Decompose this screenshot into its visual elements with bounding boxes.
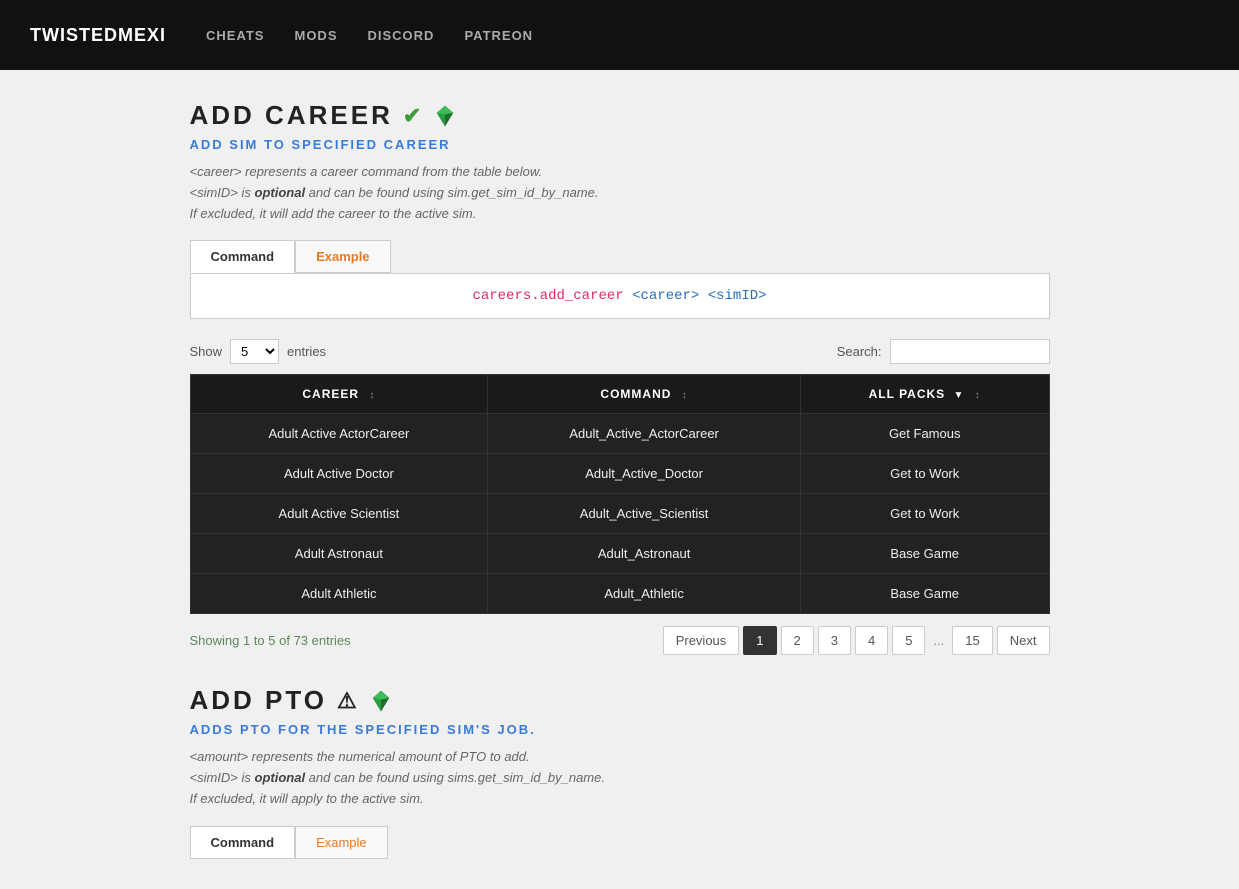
add-career-desc: <career> represents a career command fro… <box>190 162 1050 224</box>
col-command[interactable]: COMMAND ↕ <box>488 375 801 414</box>
table-row: Adult Active Doctor Adult_Active_Doctor … <box>190 454 1049 494</box>
pto-desc-line2: <simID> is optional and can be found usi… <box>190 770 605 785</box>
cell-pack: Get Famous <box>800 414 1049 454</box>
career-table: CAREER ↕ COMMAND ↕ ALL PACKS ▼ ↕ Adult A… <box>190 374 1050 614</box>
sort-career-icon: ↕ <box>369 390 375 401</box>
search-label: Search: <box>837 344 882 359</box>
pagination: Previous 1 2 3 4 5 ... 15 Next <box>663 626 1050 655</box>
desc-line1: <career> represents a career command fro… <box>190 164 543 179</box>
code-command-text: careers.add_career <box>472 288 632 304</box>
cell-pack: Base Game <box>800 574 1049 614</box>
table-row: Adult Active ActorCareer Adult_Active_Ac… <box>190 414 1049 454</box>
add-career-subtitle: ADD SIM TO SPECIFIED CAREER <box>190 137 1050 152</box>
page-5-button[interactable]: 5 <box>892 626 925 655</box>
sims-diamond-icon <box>434 105 456 127</box>
sims-diamond-pto-icon <box>370 690 392 712</box>
nav-mods[interactable]: MODS <box>294 28 337 43</box>
col-packs[interactable]: ALL PACKS ▼ ↕ <box>800 375 1049 414</box>
add-pto-title: ADD PTO ⚠ <box>190 685 1050 716</box>
table-row: Adult Active Scientist Adult_Active_Scie… <box>190 494 1049 534</box>
pto-tab-command[interactable]: Command <box>190 826 296 859</box>
table-row: Adult Astronaut Adult_Astronaut Base Gam… <box>190 534 1049 574</box>
page-1-button[interactable]: 1 <box>743 626 776 655</box>
command-tabs: Command Example <box>190 240 1050 273</box>
search-input[interactable] <box>890 339 1050 364</box>
pto-tab-example[interactable]: Example <box>295 826 388 859</box>
sort-packs-icon: ↕ <box>975 390 981 401</box>
cell-career: Adult Active Scientist <box>190 494 488 534</box>
packs-dropdown-icon: ▼ <box>954 390 965 401</box>
page-4-button[interactable]: 4 <box>855 626 888 655</box>
brand-logo: TWISTEDMEXI <box>30 25 166 46</box>
tab-command[interactable]: Command <box>190 240 296 273</box>
check-icon: ✔ <box>403 103 424 129</box>
cell-command: Adult_Active_Doctor <box>488 454 801 494</box>
code-career-param: <career> <box>632 288 708 304</box>
prev-button[interactable]: Previous <box>663 626 740 655</box>
nav-discord[interactable]: DISCORD <box>367 28 434 43</box>
entries-select[interactable]: 5 10 25 50 <box>230 339 279 364</box>
desc-line3: If excluded, it will add the career to t… <box>190 206 477 221</box>
cell-career: Adult Athletic <box>190 574 488 614</box>
nav-cheats[interactable]: CHEATS <box>206 28 264 43</box>
page-15-button[interactable]: 15 <box>952 626 992 655</box>
col-career[interactable]: CAREER ↕ <box>190 375 488 414</box>
cell-pack: Base Game <box>800 534 1049 574</box>
add-pto-subtitle: ADDS PTO FOR THE SPECIFIED SIM'S JOB. <box>190 722 1050 737</box>
cell-career: Adult Astronaut <box>190 534 488 574</box>
main-content: ADD CAREER ✔ ADD SIM TO SPECIFIED CAREER… <box>170 70 1070 889</box>
add-pto-title-text: ADD PTO <box>190 685 328 716</box>
show-entries-control: Show 5 10 25 50 entries <box>190 339 327 364</box>
cell-pack: Get to Work <box>800 454 1049 494</box>
pto-desc-line1: <amount> represents the numerical amount… <box>190 749 530 764</box>
show-label: Show <box>190 344 223 359</box>
code-simid-param: <simID> <box>708 288 767 304</box>
nav-links: CHEATS MODS DISCORD PATREON <box>206 28 533 43</box>
desc-line2: <simID> is optional and can be found usi… <box>190 185 599 200</box>
navbar: TWISTEDMEXI CHEATS MODS DISCORD PATREON <box>0 0 1239 70</box>
sort-command-icon: ↕ <box>682 390 688 401</box>
cell-career: Adult Active Doctor <box>190 454 488 494</box>
pto-tabs: Command Example <box>190 826 1050 859</box>
search-box: Search: <box>837 339 1050 364</box>
add-pto-desc: <amount> represents the numerical amount… <box>190 747 1050 809</box>
page-3-button[interactable]: 3 <box>818 626 851 655</box>
page-2-button[interactable]: 2 <box>781 626 814 655</box>
pagination-info: Showing 1 to 5 of 73 entries <box>190 633 351 648</box>
tab-example[interactable]: Example <box>295 240 390 273</box>
cell-pack: Get to Work <box>800 494 1049 534</box>
cell-command: Adult_Athletic <box>488 574 801 614</box>
command-code-box: careers.add_career <career> <simID> <box>190 273 1050 319</box>
cell-career: Adult Active ActorCareer <box>190 414 488 454</box>
warning-icon: ⚠ <box>337 688 360 714</box>
add-career-title-text: ADD CAREER <box>190 100 393 131</box>
table-controls: Show 5 10 25 50 entries Search: <box>190 339 1050 364</box>
nav-patreon[interactable]: PATREON <box>464 28 533 43</box>
cell-command: Adult_Active_ActorCareer <box>488 414 801 454</box>
next-button[interactable]: Next <box>997 626 1050 655</box>
table-row: Adult Athletic Adult_Athletic Base Game <box>190 574 1049 614</box>
pagination-area: Showing 1 to 5 of 73 entries Previous 1 … <box>190 626 1050 655</box>
pto-desc-line3: If excluded, it will apply to the active… <box>190 791 424 806</box>
page-dots: ... <box>929 627 948 654</box>
cell-command: Adult_Active_Scientist <box>488 494 801 534</box>
cell-command: Adult_Astronaut <box>488 534 801 574</box>
add-career-title: ADD CAREER ✔ <box>190 100 1050 131</box>
entries-label: entries <box>287 344 326 359</box>
